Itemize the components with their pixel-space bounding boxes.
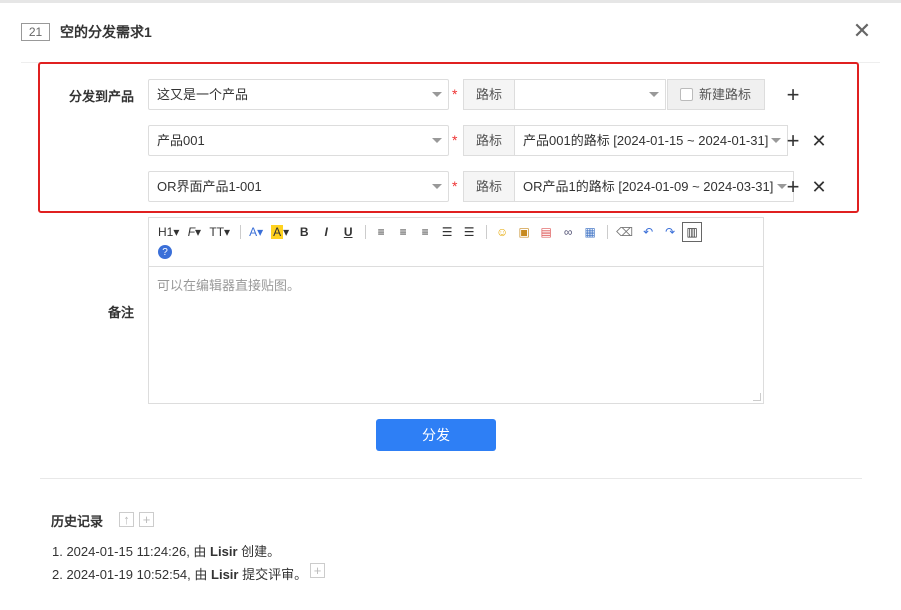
toolbar-divider: [365, 225, 367, 239]
history-title: 历史记录: [51, 514, 104, 529]
underline-button[interactable]: U: [338, 222, 358, 242]
history-item-prefix: 2. 2024-01-19 10:52:54, 由: [52, 567, 212, 582]
close-icon[interactable]: ✕: [851, 20, 873, 42]
heading-label: H1: [158, 225, 174, 239]
history-item-prefix: 1. 2024-01-15 11:24:26, 由: [52, 544, 211, 559]
product-select-2[interactable]: 产品001: [148, 125, 449, 156]
toolbar-divider: [486, 225, 488, 239]
distribute-to-product-label: 分发到产品: [68, 89, 134, 104]
chevron-down-icon: [771, 138, 781, 143]
toolbar-divider: [607, 225, 609, 239]
distribute-button[interactable]: 分发: [376, 419, 496, 451]
align-center-icon[interactable]: ≡: [393, 222, 413, 242]
add-row-icon[interactable]: +: [784, 84, 802, 106]
font-color-button[interactable]: A ▾: [246, 222, 266, 242]
history-item: 2. 2024-01-19 10:52:54, 由 Lisir 提交评审。: [52, 564, 307, 583]
remark-label: 备注: [107, 305, 134, 320]
link-icon[interactable]: ∞: [558, 222, 578, 242]
branch-label-1: 路标: [463, 79, 515, 110]
table-icon[interactable]: ▦: [580, 222, 600, 242]
history-item: 1. 2024-01-15 11:24:26, 由 Lisir 创建。: [52, 541, 280, 560]
history-item-user: Lisir: [211, 567, 239, 582]
align-right-icon[interactable]: ≡: [415, 222, 435, 242]
modal-title: 空的分发需求1: [60, 24, 152, 40]
rich-text-editor[interactable]: H1 ▾ F ▾ TT ▾ A ▾ A ▾ B I U ≡ ≡ ≡ ☰ ☰ ☺ ▣ ▤ ∞…: [148, 217, 764, 404]
bold-button[interactable]: B: [294, 222, 314, 242]
editor-content[interactable]: 可以在编辑器直接贴图。: [149, 267, 763, 403]
branch-select-2[interactable]: 产品001的路标 [2024-01-15 ~ 2024-01-31]: [515, 125, 788, 156]
section-divider: [40, 478, 862, 479]
ordered-list-icon[interactable]: ☰: [437, 222, 457, 242]
expand-icon[interactable]: +: [310, 563, 325, 578]
branch-select-2-value: 产品001的路标 [2024-01-15 ~ 2024-01-31]: [523, 133, 769, 148]
branch-select-3-value: OR产品1的路标 [2024-01-09 ~ 2024-03-31]: [523, 179, 774, 194]
heading-button[interactable]: H1 ▾: [155, 222, 182, 242]
history-item-action: 创建。: [237, 544, 281, 559]
top-border: [0, 0, 901, 3]
emoji-icon[interactable]: ☺: [492, 222, 512, 242]
arrow-up-icon[interactable]: ↑: [119, 512, 134, 527]
font-family-button[interactable]: F ▾: [184, 222, 204, 242]
product-select-3[interactable]: OR界面产品1-001: [148, 171, 449, 202]
add-row-icon[interactable]: +: [784, 176, 802, 198]
resize-handle[interactable]: [753, 393, 761, 401]
required-mark: *: [452, 86, 458, 102]
editor-placeholder: 可以在编辑器直接贴图。: [157, 278, 301, 293]
required-mark: *: [452, 178, 458, 194]
chevron-down-icon: [432, 138, 442, 143]
help-icon[interactable]: ?: [158, 245, 172, 259]
toolbar-divider: [240, 225, 242, 239]
product-select-1-value: 这又是一个产品: [157, 87, 249, 102]
story-id-badge: 21: [21, 23, 50, 41]
product-select-3-value: OR界面产品1-001: [157, 179, 262, 194]
branch-label-2: 路标: [463, 125, 515, 156]
new-branch-label: 新建路标: [699, 87, 752, 102]
code-icon[interactable]: ▤: [536, 222, 556, 242]
italic-button[interactable]: I: [316, 222, 336, 242]
redo-icon[interactable]: ↷: [660, 222, 680, 242]
paste-icon[interactable]: ▥: [682, 222, 703, 242]
expand-all-icon[interactable]: +: [139, 512, 154, 527]
checkbox-icon[interactable]: [680, 88, 693, 101]
chevron-down-icon: [432, 92, 442, 97]
add-row-icon[interactable]: +: [784, 130, 802, 152]
font-color-label: A: [249, 225, 258, 239]
bg-color-button[interactable]: A ▾: [268, 222, 292, 242]
required-mark: *: [452, 132, 458, 148]
product-select-1[interactable]: 这又是一个产品: [148, 79, 449, 110]
unordered-list-icon[interactable]: ☰: [459, 222, 479, 242]
branch-select-1[interactable]: [515, 79, 666, 110]
remove-row-icon[interactable]: ✕: [810, 132, 828, 150]
new-branch-checkbox[interactable]: 新建路标: [667, 79, 765, 110]
branch-label-3: 路标: [463, 171, 515, 202]
bg-color-label: A: [271, 225, 284, 239]
remove-row-icon[interactable]: ✕: [810, 178, 828, 196]
align-left-icon[interactable]: ≡: [371, 222, 391, 242]
history-item-user: Lisir: [210, 544, 238, 559]
image-icon[interactable]: ▣: [514, 222, 534, 242]
history-item-action: 提交评审。: [238, 567, 308, 582]
product-select-2-value: 产品001: [157, 133, 205, 148]
font-size-label: TT: [209, 225, 225, 239]
font-family-label: F: [187, 225, 196, 239]
undo-icon[interactable]: ↶: [638, 222, 658, 242]
chevron-down-icon: [432, 184, 442, 189]
eraser-icon[interactable]: ⌫: [613, 222, 636, 242]
branch-select-3[interactable]: OR产品1的路标 [2024-01-09 ~ 2024-03-31]: [515, 171, 794, 202]
font-size-button[interactable]: TT ▾: [206, 222, 233, 242]
chevron-down-icon: [649, 92, 659, 97]
editor-toolbar: H1 ▾ F ▾ TT ▾ A ▾ A ▾ B I U ≡ ≡ ≡ ☰ ☰ ☺ ▣ ▤ ∞…: [149, 218, 763, 267]
modal-header: 21 空的分发需求1 ✕: [0, 4, 901, 62]
